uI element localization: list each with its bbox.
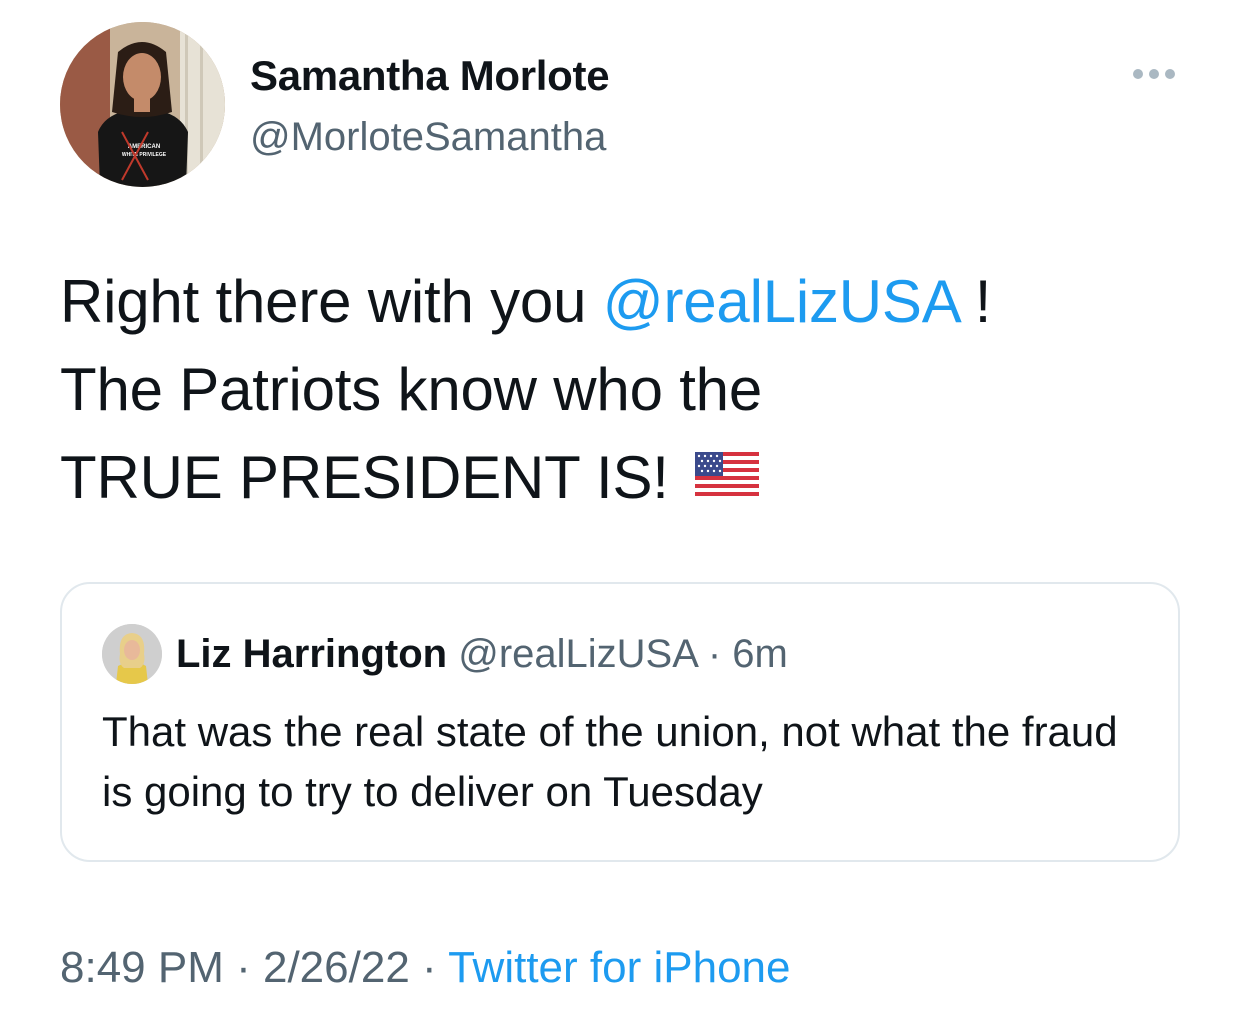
tweet-line-1: Right there with you @realLizUSA !: [60, 258, 1180, 346]
tweet-line-1-suffix: !: [958, 268, 992, 335]
tweet-date[interactable]: 2/26/22: [263, 943, 410, 992]
author-display-name[interactable]: Samantha Morlote: [250, 52, 610, 100]
tweet-line-1-prefix: Right there with you: [60, 268, 603, 335]
tweet-line-3-text: TRUE PRESIDENT IS!: [60, 444, 669, 511]
tweet-line-2: The Patriots know who the: [60, 356, 763, 423]
tweet-body: Right there with you @realLizUSA ! The P…: [60, 258, 1180, 526]
tweet-line-3: TRUE PRESIDENT IS!: [60, 434, 1180, 526]
quoted-author-avatar[interactable]: [102, 624, 162, 684]
us-flag-icon: [694, 432, 759, 520]
mention-link[interactable]: @realLizUSA: [603, 268, 959, 335]
quoted-tweet-card[interactable]: Liz Harrington @realLizUSA · 6m That was…: [60, 582, 1180, 862]
tweet-header: AMERICAN WHITE PRIVILEGE Samantha Morlot…: [60, 22, 1190, 192]
quoted-separator: ·: [707, 632, 722, 676]
quoted-tweet-header: Liz Harrington @realLizUSA · 6m: [176, 628, 788, 680]
tweet-source-link[interactable]: Twitter for iPhone: [448, 943, 790, 992]
tweet-time[interactable]: 8:49 PM: [60, 943, 224, 992]
meta-separator-1: ·: [223, 943, 263, 992]
quoted-author-name[interactable]: Liz Harrington: [176, 632, 447, 676]
author-avatar[interactable]: AMERICAN WHITE PRIVILEGE: [60, 22, 225, 187]
quoted-tweet-text: That was the real state of the union, no…: [102, 708, 1118, 815]
author-handle[interactable]: @MorloteSamantha: [250, 112, 609, 162]
svg-text:AMERICAN: AMERICAN: [128, 144, 160, 150]
author-names: Samantha Morlote @MorloteSamantha: [250, 52, 610, 162]
quoted-author-handle[interactable]: @realLizUSA: [458, 632, 696, 676]
quoted-timestamp[interactable]: 6m: [732, 632, 788, 676]
tweet-meta: 8:49 PM · 2/26/22 · Twitter for iPhone: [60, 940, 790, 996]
svg-text:WHITE PRIVILEGE: WHITE PRIVILEGE: [122, 152, 167, 158]
meta-separator-2: ·: [409, 943, 449, 992]
more-options-icon[interactable]: [1130, 66, 1178, 82]
